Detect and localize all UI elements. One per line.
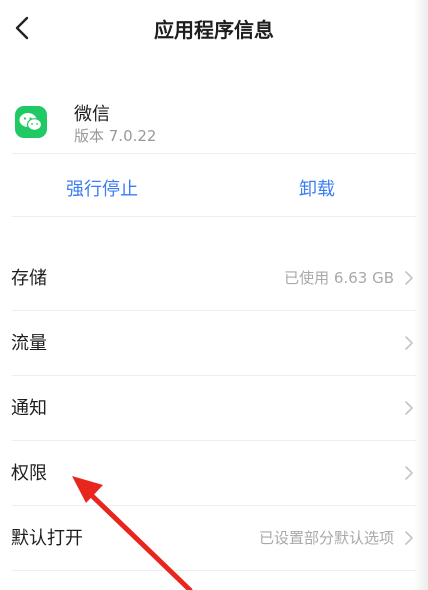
- row-label: 流量: [11, 333, 47, 354]
- chevron-right-icon: [405, 271, 413, 285]
- wechat-icon: [15, 106, 47, 138]
- divider: [12, 570, 416, 571]
- row-value: 已使用 6.63 GB: [284, 269, 394, 287]
- row-value: 已设置部分默认选项: [258, 529, 394, 547]
- chevron-right-icon: [405, 531, 413, 545]
- row-label: 默认打开: [11, 528, 83, 549]
- force-stop-button[interactable]: 强行停止: [66, 175, 138, 201]
- uninstall-button[interactable]: 卸载: [299, 175, 335, 201]
- row-label: 通知: [11, 398, 47, 419]
- settings-row-open-by-default[interactable]: 默认打开 已设置部分默认选项: [0, 506, 428, 570]
- settings-row-storage[interactable]: 存储 已使用 6.63 GB: [0, 246, 428, 310]
- app-info: 微信 版本 7.0.22: [0, 86, 428, 156]
- app-name: 微信: [74, 104, 110, 125]
- header: 应用程序信息: [0, 0, 428, 58]
- settings-row-permissions[interactable]: 权限: [0, 441, 428, 505]
- settings-row-data-usage[interactable]: 流量: [0, 311, 428, 375]
- app-version: 版本 7.0.22: [74, 127, 157, 145]
- page-title: 应用程序信息: [154, 18, 274, 42]
- row-label: 存储: [11, 268, 47, 289]
- settings-row-notifications[interactable]: 通知: [0, 376, 428, 440]
- chevron-right-icon: [405, 336, 413, 350]
- divider: [12, 216, 416, 217]
- row-label: 权限: [11, 463, 47, 484]
- chevron-right-icon: [405, 401, 413, 415]
- chevron-right-icon: [405, 466, 413, 480]
- divider: [12, 153, 416, 154]
